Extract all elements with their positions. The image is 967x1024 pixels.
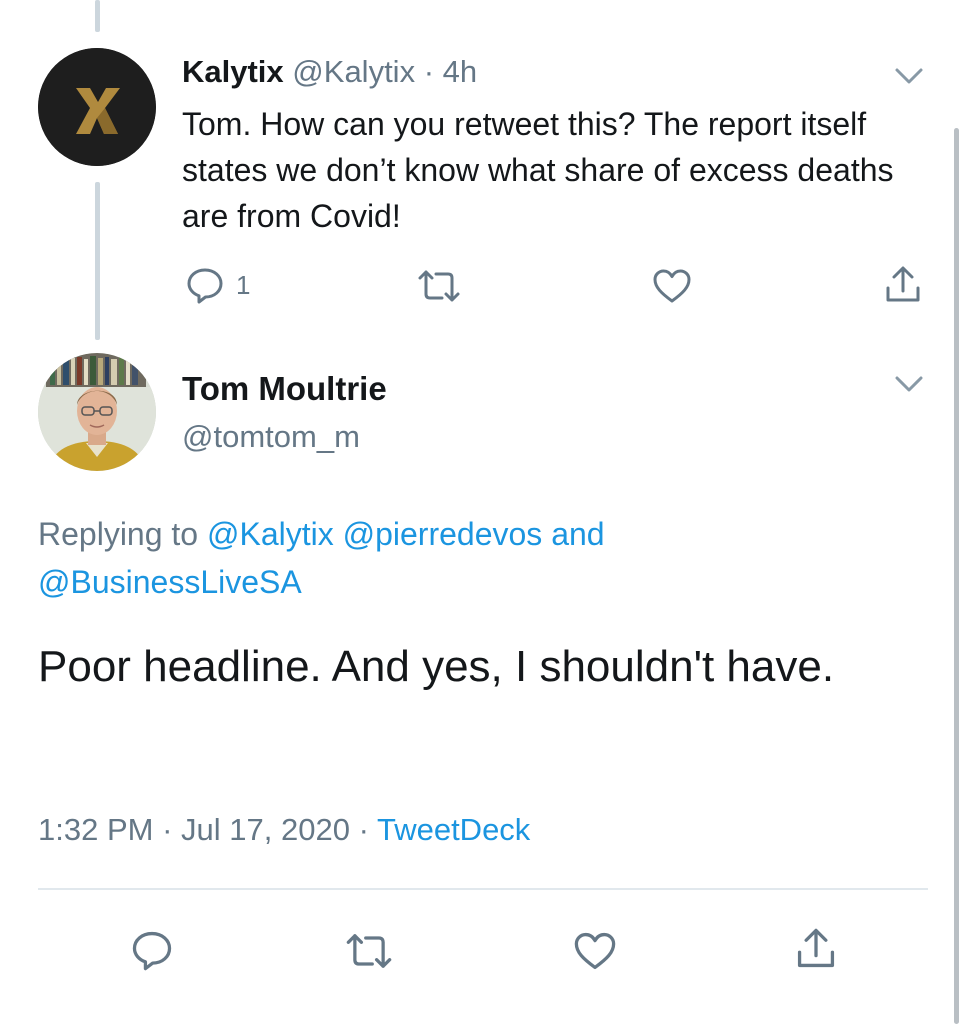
retweet-icon	[418, 270, 460, 302]
reply-icon	[132, 931, 172, 971]
main-action-share[interactable]	[793, 926, 839, 972]
mention-kalytix[interactable]: @Kalytix	[207, 516, 334, 552]
actions-divider	[38, 888, 928, 890]
thread-line-top	[95, 0, 100, 32]
timestamp-separator-1: ·	[162, 812, 173, 847]
reply-meta-separator: ·	[423, 54, 435, 89]
reply-action-retweet[interactable]	[416, 266, 462, 306]
share-icon	[797, 928, 835, 968]
tweet-time[interactable]: 1:32 PM	[38, 812, 153, 847]
tweet-date[interactable]: Jul 17, 2020	[181, 812, 350, 847]
main-tweet-text: Poor headline. And yes, I shouldn't have…	[38, 642, 835, 691]
reply-action-like[interactable]	[651, 266, 693, 306]
profile-photo-icon	[38, 353, 156, 471]
main-author-handle[interactable]: @tomtom_m	[182, 415, 360, 459]
thread-line-bottom	[95, 182, 100, 340]
tweet-timestamp: 1:32 PM · Jul 17, 2020 · TweetDeck	[38, 808, 530, 852]
timestamp-separator-2: ·	[358, 812, 369, 847]
replying-prefix: Replying to	[38, 516, 199, 552]
main-action-like[interactable]	[572, 929, 618, 973]
main-chevron-down-icon[interactable]	[891, 372, 927, 396]
reply-tweet-header: Kalytix @Kalytix · 4h	[182, 50, 477, 94]
mention-businesslivesa[interactable]: @BusinessLiveSA	[38, 564, 302, 600]
replying-to-line: Replying to @Kalytix @pierredevos and @B…	[38, 510, 778, 606]
heart-icon	[574, 932, 616, 970]
reply-chevron-down-icon[interactable]	[891, 64, 927, 88]
heart-icon	[653, 269, 691, 303]
main-action-retweet[interactable]	[344, 929, 394, 973]
mention-pierredevos[interactable]: @pierredevos	[343, 516, 543, 552]
replying-joiner[interactable]: and	[551, 516, 604, 552]
tom-moultrie-avatar[interactable]	[38, 353, 156, 471]
reply-tweet-text: Tom. How can you retweet this? The repor…	[182, 106, 894, 234]
main-author-name[interactable]: Tom Moultrie	[182, 367, 387, 411]
tweet-source[interactable]: TweetDeck	[377, 812, 530, 847]
reply-author-handle[interactable]: @Kalytix	[292, 54, 415, 89]
reply-time-ago[interactable]: 4h	[443, 54, 477, 89]
share-icon	[886, 266, 920, 302]
reply-author-name[interactable]: Kalytix	[182, 54, 284, 89]
reply-icon	[187, 268, 223, 304]
reply-count: 1	[236, 269, 251, 300]
reply-action-reply[interactable]: 1	[184, 264, 250, 306]
retweet-icon	[346, 934, 392, 968]
main-action-reply[interactable]	[129, 927, 175, 973]
reply-action-share[interactable]	[882, 264, 924, 306]
scrollbar[interactable]	[954, 128, 959, 1024]
kalytix-avatar[interactable]	[38, 48, 156, 166]
kalytix-logo-icon	[38, 48, 156, 166]
